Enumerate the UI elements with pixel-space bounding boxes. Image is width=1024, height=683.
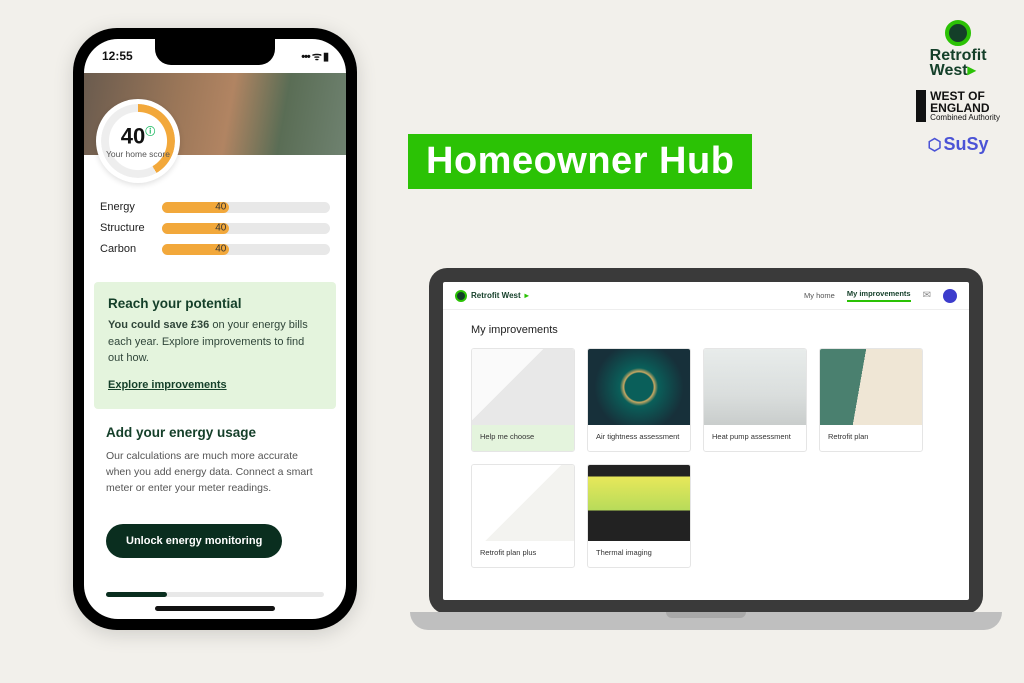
bar-energy: Energy 40 [100, 201, 330, 213]
scroll-progress [106, 592, 324, 597]
retrofit-west-icon [945, 20, 971, 46]
energy-usage-card: Add your energy usage Our calculations a… [96, 423, 334, 511]
mail-icon[interactable]: ✉ [923, 290, 931, 301]
home-score-label: Your home score [106, 149, 170, 159]
bar-carbon: Carbon 40 [100, 243, 330, 255]
home-score-value: 40ⓘ [121, 123, 155, 149]
unlock-energy-button[interactable]: Unlock energy monitoring [106, 524, 282, 558]
card-help-me-choose[interactable]: Help me choose [471, 348, 575, 452]
card-air-tightness[interactable]: Air tightness assessment [587, 348, 691, 452]
bar-structure: Structure 40 [100, 222, 330, 234]
laptop-base [410, 612, 1002, 630]
phone-mockup: 12:55 ••• ᯤ ▮ 40ⓘ Your home score Energy… [73, 28, 357, 630]
card-label: Heat pump assessment [704, 425, 806, 451]
retrofit-west-logo: Retrofit West▸ [930, 20, 987, 78]
bar-label: Structure [100, 222, 152, 234]
laptop-viewport: Retrofit West ▸ My home My improvements ✉… [443, 282, 969, 600]
card-thumbnail [704, 349, 806, 425]
bar-value: 40 [215, 244, 226, 255]
card-label: Thermal imaging [588, 541, 690, 567]
chevron-icon: ▸ [525, 291, 529, 300]
bar-value: 40 [215, 223, 226, 234]
laptop-mockup: Retrofit West ▸ My home My improvements ✉… [410, 268, 1002, 630]
header-logo[interactable]: Retrofit West ▸ [455, 290, 529, 302]
info-icon[interactable]: ⓘ [145, 127, 155, 138]
woe-sub: Combined Authority [930, 114, 1000, 122]
nav-my-home[interactable]: My home [804, 291, 835, 300]
card-retrofit-plan-plus[interactable]: Retrofit plan plus [471, 464, 575, 568]
chevron-icon: ▸ [968, 62, 976, 79]
card-label: Air tightness assessment [588, 425, 690, 451]
page-headline: Homeowner Hub [408, 134, 752, 189]
card-thumbnail [472, 349, 574, 425]
hero-image: 40ⓘ Your home score [84, 73, 346, 155]
logo-icon [455, 290, 467, 302]
card-thumbnail [588, 349, 690, 425]
avatar[interactable] [943, 289, 957, 303]
bar-label: Carbon [100, 243, 152, 255]
laptop-screen: Retrofit West ▸ My home My improvements ✉… [429, 268, 983, 614]
hex-icon: ⬡ [928, 135, 942, 155]
susy-text: SuSy [944, 134, 989, 155]
card-thumbnail [820, 349, 922, 425]
phone-screen: 12:55 ••• ᯤ ▮ 40ⓘ Your home score Energy… [84, 39, 346, 619]
card-retrofit-plan[interactable]: Retrofit plan [819, 348, 923, 452]
improvements-grid: Help me choose Air tightness assessment … [471, 348, 941, 568]
home-score-ring[interactable]: 40ⓘ Your home score [96, 99, 180, 183]
bar-track: 40 [162, 223, 330, 234]
bar-track: 40 [162, 244, 330, 255]
partner-logos: Retrofit West▸ WEST OF ENGLAND Combined … [916, 20, 1000, 155]
card-thumbnail [588, 465, 690, 541]
explore-improvements-link[interactable]: Explore improvements [108, 379, 227, 391]
west-of-england-logo: WEST OF ENGLAND Combined Authority [916, 90, 1000, 122]
susy-logo: ⬡SuSy [928, 134, 989, 155]
card-label: Retrofit plan plus [472, 541, 574, 567]
page-body: My improvements Help me choose Air tight… [443, 310, 969, 576]
header-nav: My home My improvements ✉ [804, 289, 957, 303]
home-indicator [155, 606, 275, 611]
phone-notch [155, 39, 275, 65]
energy-usage-title: Add your energy usage [106, 425, 324, 440]
logo-text-2: West [930, 62, 968, 79]
bar-value: 40 [215, 202, 226, 213]
potential-body: You could save £36 on your energy bills … [108, 317, 322, 367]
bar-track: 40 [162, 202, 330, 213]
status-icons: ••• ᯤ ▮ [301, 49, 328, 64]
card-thumbnail [472, 465, 574, 541]
potential-title: Reach your potential [108, 296, 322, 311]
card-heat-pump[interactable]: Heat pump assessment [703, 348, 807, 452]
page-title: My improvements [471, 324, 941, 336]
bar-label: Energy [100, 201, 152, 213]
app-header: Retrofit West ▸ My home My improvements ✉ [443, 282, 969, 310]
logo-text: Retrofit West [471, 291, 521, 300]
status-time: 12:55 [102, 49, 133, 63]
card-label: Help me choose [472, 425, 574, 451]
potential-card: Reach your potential You could save £36 … [94, 282, 336, 409]
card-thermal-imaging[interactable]: Thermal imaging [587, 464, 691, 568]
nav-my-improvements[interactable]: My improvements [847, 289, 911, 302]
card-label: Retrofit plan [820, 425, 922, 451]
energy-usage-body: Our calculations are much more accurate … [106, 448, 324, 497]
